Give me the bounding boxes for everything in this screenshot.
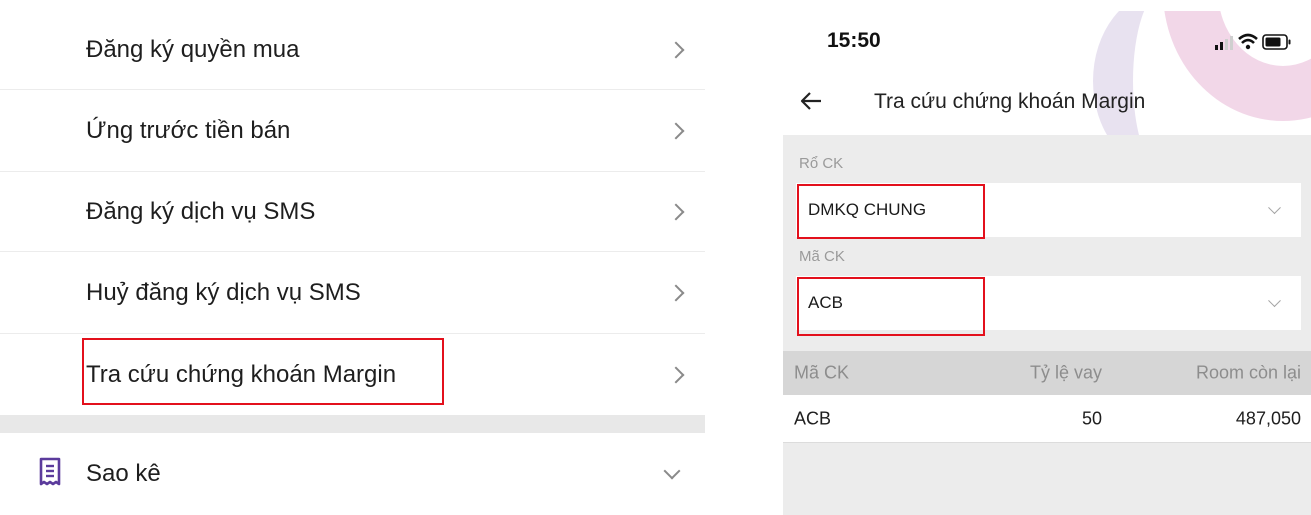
chevron-right-icon — [667, 41, 685, 58]
cell-ma-ck: ACB — [794, 408, 832, 428]
chevron-down-icon — [663, 462, 681, 480]
phone-screen: 15:50 Tra cứu chứng khoán Margin Rổ CK D… — [783, 11, 1311, 515]
column-header-ty-le-vay: Tỷ lệ vay — [1029, 362, 1102, 383]
cell-ty-le-vay: 50 — [1081, 408, 1102, 428]
app-header: 15:50 Tra cứu chứng khoán Margin — [783, 11, 1311, 135]
menu-item-ung-truoc-tien-ban[interactable]: Ứng trước tiền bán — [0, 90, 705, 172]
highlight-box — [797, 277, 985, 336]
menu-item-label: Đăng ký quyền mua — [86, 35, 300, 63]
column-header-ma-ck: Mã CK — [794, 362, 850, 383]
chevron-down-icon — [1268, 294, 1281, 308]
menu-item-label: Huỷ đăng ký dịch vụ SMS — [86, 278, 361, 306]
signal-icon — [1215, 36, 1233, 50]
page-title: Tra cứu chứng khoán Margin — [874, 90, 1146, 113]
menu-item-huy-dang-ky-dich-vu-sms[interactable]: Huỷ đăng ký dịch vụ SMS — [0, 252, 705, 334]
chevron-right-icon — [667, 366, 685, 383]
battery-icon — [1262, 34, 1291, 50]
chevron-right-icon — [667, 284, 685, 301]
column-header-room-con-lai: Room còn lại — [1195, 362, 1301, 383]
account-menu: Đăng ký quyền mua Ứng trước tiền bán Đăn… — [0, 0, 705, 515]
status-time: 15:50 — [827, 29, 881, 52]
receipt-icon — [39, 457, 61, 486]
menu-item-label: Đăng ký dịch vụ SMS — [86, 197, 316, 225]
highlight-box — [82, 338, 444, 405]
chevron-right-icon — [667, 122, 685, 139]
chevron-down-icon — [1268, 201, 1281, 215]
section-divider — [0, 415, 705, 433]
basket-label: Rổ CK — [799, 155, 844, 172]
wifi-icon — [1238, 33, 1258, 50]
ticker-label: Mã CK — [799, 248, 845, 265]
menu-item-dang-ky-quyen-mua[interactable]: Đăng ký quyền mua — [0, 10, 705, 90]
cell-room-con-lai: 487,050 — [1235, 408, 1301, 428]
highlight-box — [797, 184, 985, 239]
menu-item-label: Ứng trước tiền bán — [86, 116, 291, 144]
chevron-right-icon — [667, 203, 685, 220]
menu-section-sao-ke[interactable]: Sao kê — [0, 433, 705, 515]
table-header: Mã CK Tỷ lệ vay Room còn lại — [783, 351, 1311, 395]
decorative-logo-shape — [1093, 11, 1233, 135]
menu-item-dang-ky-dich-vu-sms[interactable]: Đăng ký dịch vụ SMS — [0, 172, 705, 252]
section-label: Sao kê — [86, 460, 161, 487]
back-arrow-icon[interactable] — [799, 91, 823, 111]
status-icons — [1215, 33, 1291, 50]
table-row[interactable]: ACB 50 487,050 — [783, 395, 1311, 443]
